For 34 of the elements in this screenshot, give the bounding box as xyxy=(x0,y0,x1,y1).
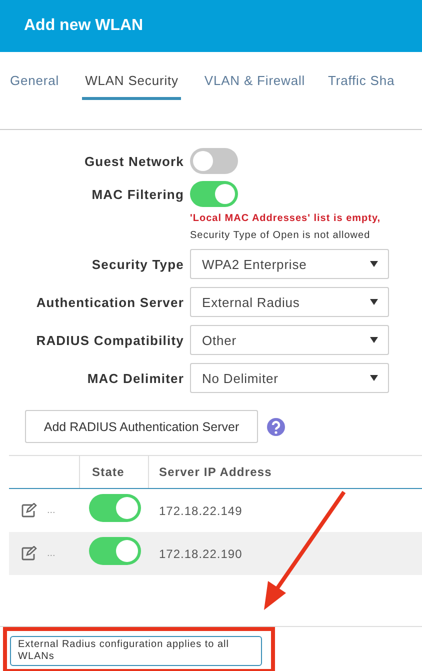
add-server-button[interactable]: Add RADIUS Authentication Server xyxy=(25,410,258,443)
table-cell-text: 172.18.22.190 xyxy=(158,546,242,560)
table-cell-text: 172.18.22.149 xyxy=(158,504,242,518)
caret-icon xyxy=(370,299,378,305)
dropdown[interactable]: Other xyxy=(190,325,389,355)
help-icon[interactable] xyxy=(266,416,286,436)
info-message: Security Type of Open is not allowed xyxy=(190,230,372,241)
toggle-label: Guest Network xyxy=(83,154,184,168)
note-box: External Radius configuration applies to all WLANs xyxy=(10,636,262,666)
toggle-switch[interactable] xyxy=(190,181,238,207)
toggle-label: MAC Filtering xyxy=(90,186,184,202)
dropdown[interactable]: No Delimiter xyxy=(190,363,389,393)
tab[interactable]: VLAN & Firewall xyxy=(204,72,306,100)
toggle-switch[interactable] xyxy=(190,148,238,174)
dialog-title: Add new WLAN xyxy=(24,17,144,35)
error-message: 'Local MAC Addresses' list is empty, xyxy=(190,213,382,224)
edit-icon[interactable] xyxy=(21,503,37,518)
field-label: Security Type xyxy=(90,256,184,272)
field-label: MAC Delimiter xyxy=(86,370,184,386)
caret-icon xyxy=(370,261,378,267)
toggle-switch[interactable] xyxy=(89,494,141,522)
field-label: RADIUS Compatibility xyxy=(35,332,184,348)
dropdown[interactable]: WPA2 Enterprise xyxy=(190,249,389,279)
toggle-switch[interactable] xyxy=(89,537,141,565)
caret-icon xyxy=(370,337,378,343)
edit-icon[interactable] xyxy=(21,546,37,561)
dropdown[interactable]: External Radius xyxy=(190,287,389,317)
caret-icon xyxy=(370,375,378,381)
column-header: State xyxy=(79,456,149,488)
tab[interactable]: General xyxy=(10,72,60,100)
field-label: Authentication Server xyxy=(35,294,184,310)
tab[interactable]: Traffic Sha xyxy=(328,72,395,100)
column-header: Server IP Address xyxy=(158,465,272,479)
tab[interactable]: WLAN Security xyxy=(82,72,182,100)
